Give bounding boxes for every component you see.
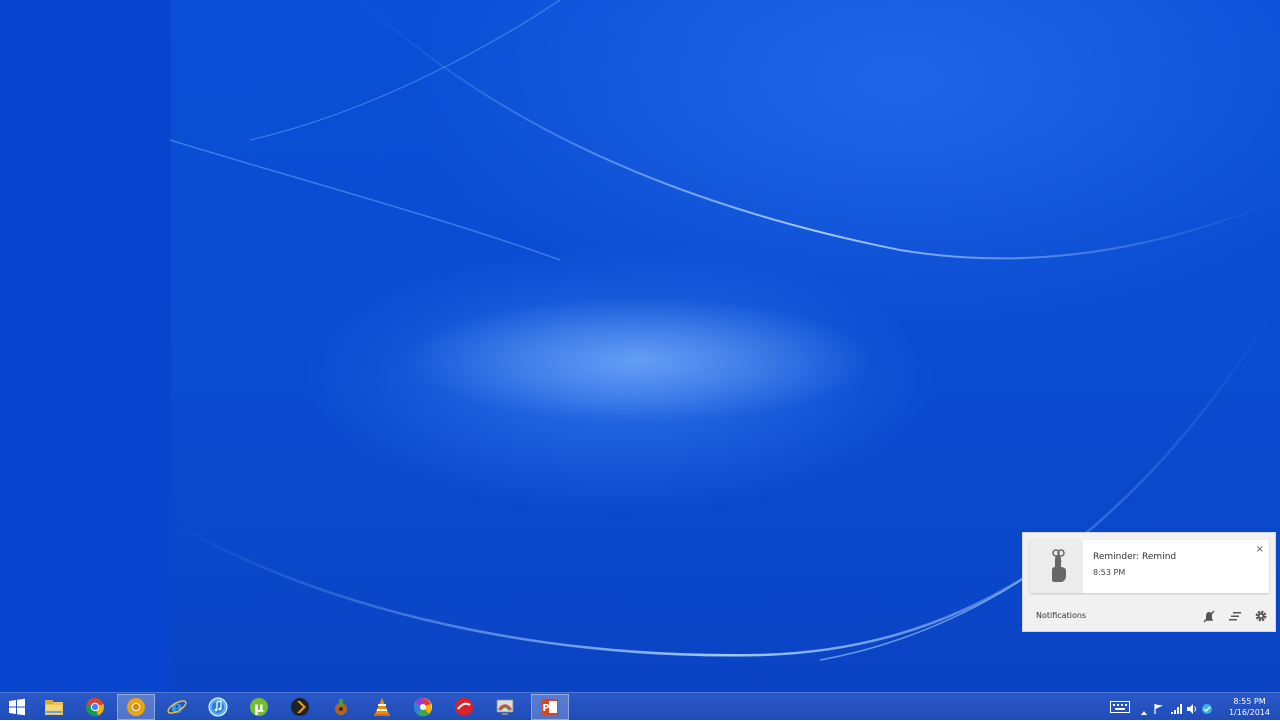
keyboard-icon[interactable] [1110,699,1130,718]
keepass-icon[interactable] [322,694,360,720]
network-signal-icon[interactable] [1170,700,1182,719]
close-icon[interactable]: × [1256,545,1264,555]
svg-text:e: e [171,697,182,718]
plex-icon[interactable] [281,694,319,720]
clock-time: 8:55 PM [1233,697,1266,706]
internet-explorer-icon[interactable]: e [158,694,196,720]
vlc-icon[interactable] [363,694,401,720]
utorrent-icon[interactable]: µ [240,694,278,720]
picasa-icon[interactable] [404,694,442,720]
file-explorer-icon[interactable] [35,694,73,720]
svg-text:µ: µ [254,701,264,716]
notification-center: Reminder: Remind 8:53 PM × Notifications [1022,532,1276,632]
chrome-icon[interactable] [76,694,114,720]
show-hidden-icons-icon[interactable] [1140,702,1148,721]
do-not-disturb-icon[interactable] [1201,608,1217,624]
taskbar: e µ P 8:55 PM 1/16/2014 [0,692,1280,720]
system-tray: 8:55 PM 1/16/2014 [1110,693,1280,720]
notification-time: 8:53 PM [1093,568,1126,577]
notification-center-label: Notifications [1036,611,1087,620]
svg-text:P: P [542,703,549,714]
security-app-icon[interactable] [445,694,483,720]
clock[interactable]: 8:55 PM 1/16/2014 [1229,696,1270,718]
remote-desktop-icon[interactable] [486,694,524,720]
notification-icon-box [1030,540,1083,593]
chrome-canary-icon[interactable] [117,694,155,720]
start-button[interactable] [0,694,34,720]
clear-all-icon[interactable] [1227,608,1243,624]
powerpoint-icon[interactable]: P [531,694,569,720]
sync-status-icon[interactable] [1201,700,1213,719]
finger-string-reminder-icon [1052,549,1066,582]
volume-icon[interactable] [1186,700,1198,719]
windows-logo-icon [9,698,25,716]
notification-card[interactable]: Reminder: Remind 8:53 PM × [1030,540,1269,593]
settings-gear-icon[interactable] [1253,608,1269,624]
action-center-flag-icon[interactable] [1154,700,1164,719]
clock-date: 1/16/2014 [1228,708,1270,717]
itunes-icon[interactable] [199,694,237,720]
notification-title: Reminder: Remind [1093,552,1177,562]
